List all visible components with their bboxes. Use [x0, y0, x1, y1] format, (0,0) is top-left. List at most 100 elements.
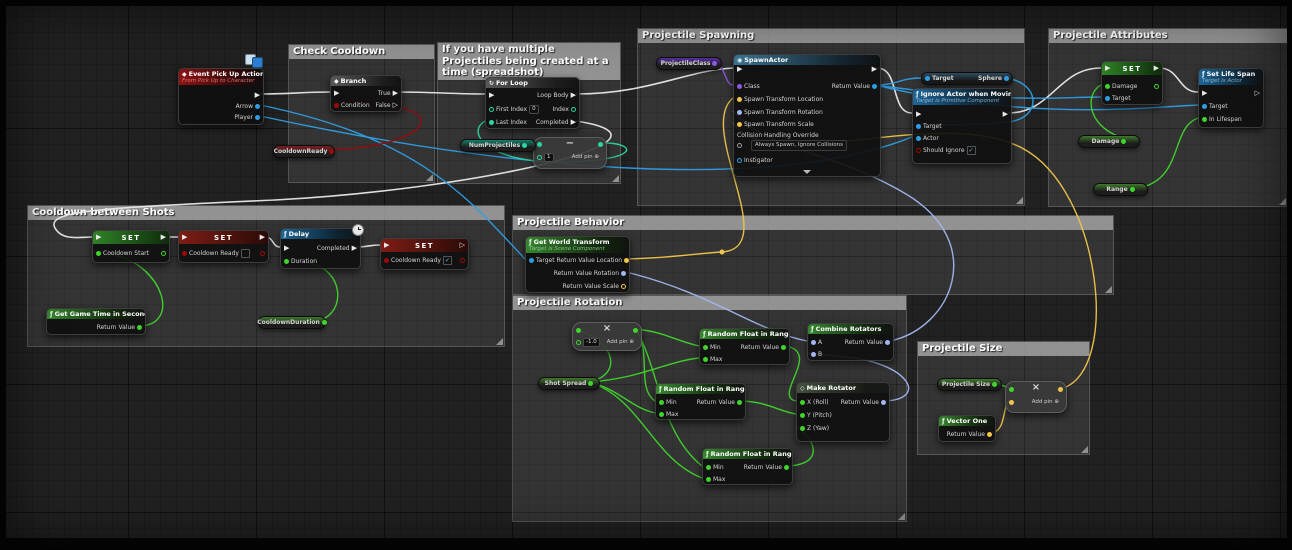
float-pin[interactable]: [633, 327, 638, 333]
float-pin[interactable]: [781, 344, 786, 350]
float-pin[interactable]: [800, 399, 805, 405]
node-random-float-in-range-3[interactable]: ƒ Random Float in Range Min Return Value Max: [702, 448, 793, 485]
class-pin[interactable]: [712, 61, 718, 66]
node-branch[interactable]: ◆ Branch ▶ True ▶ Condition False ▷: [330, 75, 402, 112]
rotator-pin[interactable]: [811, 339, 816, 345]
node-set-life-span[interactable]: ƒ Set Life Span Target is Actor ▶ ▷ Target In …: [1198, 68, 1264, 128]
exec-pin[interactable]: ▶: [489, 91, 494, 99]
node-set-cooldown-start[interactable]: ▶ SET ▶ Cooldown Start: [92, 230, 170, 263]
float-pin[interactable]: [1129, 187, 1135, 192]
variable-range[interactable]: Range: [1093, 183, 1148, 196]
exec-pin[interactable]: ▶: [161, 234, 166, 241]
variable-cooldown-ready[interactable]: CooldownReady: [273, 145, 335, 158]
object-pin[interactable]: [255, 114, 260, 120]
node-multiply-size[interactable]: × Add pin ⊕: [1005, 381, 1067, 413]
exec-pin[interactable]: ▶: [334, 89, 339, 97]
vector-pin[interactable]: [624, 257, 630, 263]
float-pin[interactable]: [137, 324, 142, 330]
value-field[interactable]: 0: [529, 104, 539, 114]
bool-pin[interactable]: [260, 250, 265, 256]
collision-handling-dropdown[interactable]: Always Spawn, Ignore Collisions: [751, 139, 847, 151]
checkbox[interactable]: ✓: [442, 255, 452, 265]
node-make-rotator[interactable]: ◇ Make Rotator X (Roll) Return Value Y (Pitc…: [796, 382, 890, 442]
exec-pin[interactable]: ▶: [872, 65, 877, 73]
float-pin[interactable]: [703, 356, 708, 362]
int-pin[interactable]: [489, 106, 494, 112]
node-header[interactable]: ƒ Random Float in Range: [703, 449, 792, 459]
variable-projectile-size[interactable]: Projectile Size: [937, 378, 1002, 391]
node-header[interactable]: ƒ Set Life Span Target is Actor: [1199, 69, 1263, 85]
float-pin[interactable]: [1009, 386, 1014, 392]
bool-pin[interactable]: [916, 147, 921, 153]
object-pin[interactable]: [1202, 103, 1207, 109]
int-pin[interactable]: [489, 119, 494, 125]
float-pin[interactable]: [1202, 116, 1207, 122]
float-pin[interactable]: [588, 381, 594, 386]
node-get-sphere[interactable]: Target Sphere: [921, 72, 1013, 85]
exec-pin[interactable]: ▷: [1255, 89, 1260, 97]
bool-pin[interactable]: [182, 250, 187, 256]
bool-pin[interactable]: [384, 257, 389, 263]
int-pin[interactable]: [537, 141, 542, 147]
rotator-pin[interactable]: [885, 339, 890, 345]
exec-pin[interactable]: ▶: [916, 110, 921, 118]
node-subtract-int[interactable]: −1 Add pin ⊕: [533, 137, 607, 169]
float-pin[interactable]: [96, 250, 101, 256]
object-pin[interactable]: [916, 123, 921, 129]
node-header[interactable]: ƒ Random Float in Range: [700, 329, 789, 339]
bool-pin[interactable]: [329, 149, 335, 154]
rotator-pin[interactable]: [737, 109, 742, 115]
node-header[interactable]: ◆ Branch: [331, 76, 401, 86]
int-pin[interactable]: [598, 141, 603, 147]
variable-num-projectiles[interactable]: NumProjectiles: [460, 139, 536, 152]
exec-pin[interactable]: ▶: [1202, 89, 1207, 97]
add-pin-button[interactable]: Add pin ⊕: [1032, 399, 1059, 405]
rotator-pin[interactable]: [621, 270, 626, 276]
add-pin-button[interactable]: Add pin ⊕: [572, 154, 599, 160]
object-pin[interactable]: [529, 257, 534, 263]
float-pin[interactable]: [800, 425, 805, 431]
reroute-node[interactable]: [719, 249, 725, 255]
vector-pin[interactable]: [1009, 399, 1014, 405]
node-set-cooldown-ready-false[interactable]: ▶ SET ▶ Cooldown Ready: [178, 230, 269, 263]
node-combine-rotators[interactable]: ƒ Combine Rotators A Return Value B: [807, 323, 894, 361]
node-header[interactable]: ◇ Make Rotator: [797, 383, 889, 393]
float-pin[interactable]: [737, 399, 742, 405]
object-pin[interactable]: [255, 103, 260, 109]
node-ignore-actor-when-moving[interactable]: ƒ Ignore Actor when Moving Target is Primi…: [912, 88, 1012, 164]
object-pin[interactable]: [737, 157, 742, 163]
node-delay[interactable]: ƒ Delay ▶ Completed ▶ Duration: [280, 224, 364, 269]
float-pin[interactable]: [659, 399, 664, 405]
exec-pin[interactable]: ▶: [1003, 110, 1008, 118]
exec-pin[interactable]: ▶: [260, 234, 265, 241]
float-pin[interactable]: [1105, 83, 1110, 89]
float-pin[interactable]: [1121, 139, 1127, 144]
checkbox[interactable]: [240, 248, 250, 258]
exec-pin[interactable]: ▶: [284, 244, 289, 252]
node-header[interactable]: ƒ Random Float in Range: [656, 384, 745, 394]
variable-shot-spread[interactable]: Shot Spread: [538, 377, 600, 390]
rotator-pin[interactable]: [881, 399, 886, 405]
value-field[interactable]: -1.0: [583, 337, 600, 347]
float-pin[interactable]: [706, 464, 711, 470]
enum-pin[interactable]: [737, 142, 742, 148]
node-header[interactable]: ƒ Get World Transform Target is Scene Comp…: [526, 237, 629, 253]
object-pin[interactable]: [1004, 76, 1009, 81]
float-pin[interactable]: [706, 476, 711, 482]
exec-pin[interactable]: ▶: [737, 65, 742, 73]
float-pin[interactable]: [992, 382, 998, 387]
node-event-pick-up-action[interactable]: ◆ Event Pick Up Action From Pick Up to Cha…: [178, 68, 264, 125]
add-pin-button[interactable]: Add pin ⊕: [607, 339, 634, 345]
exec-pin[interactable]: ▷: [393, 101, 398, 109]
checkbox[interactable]: ✓: [966, 145, 976, 155]
exec-pin[interactable]: ▶: [255, 91, 260, 99]
float-pin[interactable]: [161, 250, 166, 256]
int-pin[interactable]: [537, 154, 542, 160]
int-pin[interactable]: [522, 143, 528, 148]
float-pin[interactable]: [703, 344, 708, 350]
exec-pin[interactable]: ▶: [1154, 65, 1159, 72]
float-pin[interactable]: [784, 464, 789, 470]
node-get-world-transform[interactable]: ƒ Get World Transform Target is Scene Comp…: [525, 236, 630, 293]
expand-node-button[interactable]: [803, 170, 811, 174]
int-pin[interactable]: [571, 106, 576, 112]
